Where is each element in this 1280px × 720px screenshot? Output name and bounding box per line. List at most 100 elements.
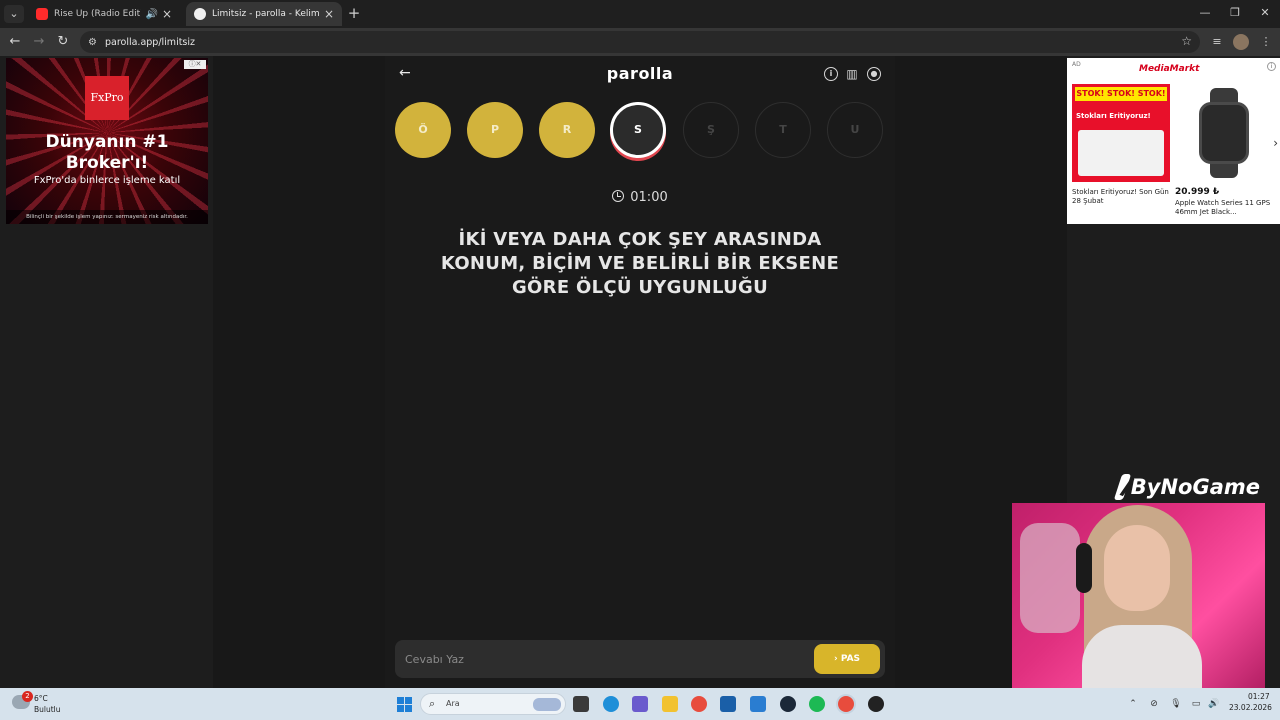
- forward-button[interactable]: →: [30, 33, 48, 51]
- promo-caption: Stokları Eritiyoruz! Son Gün 28 Şubat: [1072, 188, 1169, 205]
- clock-time[interactable]: 01:27: [1248, 692, 1270, 701]
- tab-youtube[interactable]: Rise Up (Radio Edit) - YouTube 🔊 ×: [28, 2, 180, 26]
- new-tab-button[interactable]: +: [346, 5, 362, 21]
- fxpro-logo: FxPro: [85, 76, 129, 120]
- pass-button[interactable]: › PAS: [814, 644, 880, 674]
- promo-title: STOK! STOK! STOK!: [1075, 87, 1167, 101]
- appliances-image: [1078, 130, 1164, 176]
- promo-subtitle: Stokları Eritiyoruz!: [1076, 112, 1151, 120]
- bynogame-logo: ByNoGame: [1113, 472, 1260, 502]
- pass-label: PAS: [840, 654, 861, 664]
- info-icon[interactable]: i: [824, 67, 838, 81]
- volume-icon[interactable]: 🔊: [1208, 698, 1220, 710]
- weather-temp: 6°C: [34, 694, 48, 703]
- back-button[interactable]: ←: [6, 33, 24, 51]
- promo-card[interactable]: STOK! STOK! STOK! Stokları Eritiyoruz!: [1072, 84, 1170, 182]
- search-placeholder: Ara: [446, 699, 460, 708]
- bookmark-star-icon[interactable]: ☆: [1181, 34, 1192, 48]
- weather-condition: Bulutlu: [34, 705, 61, 714]
- edge-icon[interactable]: [603, 696, 619, 712]
- youtube-icon: [36, 8, 48, 20]
- letter-circle: Ö: [395, 102, 451, 158]
- profile-avatar[interactable]: [1233, 34, 1249, 50]
- streamer-body: [1082, 625, 1202, 689]
- streamer-face: [1104, 525, 1170, 611]
- steam-icon[interactable]: [780, 696, 796, 712]
- stats-icon[interactable]: ▥: [845, 67, 859, 81]
- weather-widget[interactable]: 2 6°C Bulutlu: [12, 691, 92, 716]
- letter-progress: Ö P R S Ş T U: [395, 102, 885, 160]
- search-icon: ⌕: [429, 697, 436, 710]
- ad-label: AD: [1072, 61, 1081, 68]
- menu-icon[interactable]: ⋮: [1258, 34, 1274, 50]
- letter-circle: P: [467, 102, 523, 158]
- product-caption: Apple Watch Series 11 GPS 46mm Jet Black…: [1175, 199, 1271, 216]
- copilot-icon[interactable]: [632, 696, 648, 712]
- product-price: 20.999 ₺: [1175, 187, 1220, 197]
- tab-search-button[interactable]: ⌄: [4, 5, 24, 23]
- ad-close-icon[interactable]: ⓘ✕: [184, 60, 206, 69]
- apple-watch-image: [1199, 102, 1249, 164]
- url-text: parolla.app/limitsiz: [104, 36, 196, 48]
- tab-title: Rise Up (Radio Edit) - YouTube: [54, 9, 141, 19]
- carousel-next-icon[interactable]: ›: [1273, 136, 1278, 150]
- left-gutter: [213, 56, 385, 688]
- ad-disclaimer: Bilinçli bir şekilde işlem yapınız: serm…: [6, 210, 208, 224]
- display-icon[interactable]: ▭: [1190, 698, 1202, 710]
- answer-input[interactable]: [395, 640, 805, 678]
- profile-icon[interactable]: ●: [867, 67, 881, 81]
- microphone-icon[interactable]: 🎙: [1170, 698, 1182, 710]
- question-text: İKİ VEYA DAHA ÇOK ŞEY ARASINDA KONUM, Bİ…: [440, 229, 840, 298]
- mediamarkt-ad[interactable]: AD MediaMarkt i STOK! STOK! STOK! Stokla…: [1067, 58, 1280, 224]
- minimize-button[interactable]: —: [1190, 4, 1220, 22]
- tab-strip: ⌄ Rise Up (Radio Edit) - YouTube 🔊 × Lim…: [0, 0, 1280, 28]
- game-panel: ← parolla i ▥ ● Ö P R S Ş T U 01:00 İKİ …: [385, 56, 895, 688]
- task-view-icon[interactable]: [573, 696, 589, 712]
- address-bar[interactable]: ⚙ parolla.app/limitsiz ☆: [80, 31, 1200, 53]
- speaker-icon[interactable]: 🔊: [145, 9, 157, 20]
- outlook-icon[interactable]: [750, 696, 766, 712]
- letter-circle: U: [827, 102, 883, 158]
- close-tab-icon[interactable]: ×: [324, 7, 334, 21]
- ad-info-icon[interactable]: i: [1267, 62, 1276, 71]
- headset: [1076, 543, 1092, 593]
- fxpro-ad[interactable]: ⓘ✕ FxPro Dünyanın #1 Broker'ı! FxPro'da …: [6, 58, 208, 224]
- chrome-icon[interactable]: [691, 696, 707, 712]
- tab-parolla[interactable]: Limitsiz - parolla - Kelime oyunu ×: [186, 2, 342, 26]
- store-icon[interactable]: [720, 696, 736, 712]
- network-icon[interactable]: ⊘: [1148, 698, 1160, 710]
- timer-value: 01:00: [630, 190, 668, 205]
- taskbar-search[interactable]: ⌕ Ara: [420, 693, 566, 715]
- notification-badge: 2: [22, 691, 33, 702]
- search-highlight-image: [533, 698, 561, 711]
- app-logo[interactable]: parolla: [385, 64, 895, 83]
- ad-subline: FxPro'da binlerce işleme katıl: [33, 175, 181, 186]
- browser-toolbar: ← → ↻ ⚙ parolla.app/limitsiz ☆ ≡ ⋮: [0, 28, 1280, 56]
- gaming-chair: [1020, 523, 1080, 633]
- letter-circle: Ş: [683, 102, 739, 158]
- mediamarkt-logo: MediaMarkt: [1139, 64, 1200, 74]
- chevron-right-icon: ›: [833, 654, 841, 664]
- letter-circle: R: [539, 102, 595, 158]
- answer-bar: › PAS: [395, 640, 885, 678]
- chrome-active-icon[interactable]: [838, 696, 854, 712]
- media-controls-icon[interactable]: ≡: [1209, 34, 1225, 50]
- reload-button[interactable]: ↻: [54, 33, 72, 51]
- restore-button[interactable]: ❐: [1220, 4, 1250, 22]
- parolla-favicon-icon: [194, 8, 206, 20]
- letter-circle-current: S: [610, 102, 666, 158]
- close-window-button[interactable]: ✕: [1250, 4, 1280, 22]
- site-info-icon[interactable]: ⚙: [88, 37, 97, 48]
- clock-icon: [612, 190, 625, 202]
- tab-title: Limitsiz - parolla - Kelime oyunu: [212, 9, 320, 19]
- tray-overflow-icon[interactable]: ⌃: [1127, 698, 1139, 710]
- taskbar: 2 6°C Bulutlu ⌕ Ara ⌃ ⊘ 🎙 ▭ 🔊 01:27 23.0…: [0, 688, 1280, 720]
- spotify-icon[interactable]: [809, 696, 825, 712]
- webcam-feed: [1012, 503, 1265, 689]
- file-explorer-icon[interactable]: [662, 696, 678, 712]
- start-button[interactable]: [397, 697, 412, 712]
- close-tab-icon[interactable]: ×: [162, 7, 172, 21]
- letter-circle: T: [755, 102, 811, 158]
- clock-date[interactable]: 23.02.2026: [1229, 703, 1272, 712]
- obs-icon[interactable]: [868, 696, 884, 712]
